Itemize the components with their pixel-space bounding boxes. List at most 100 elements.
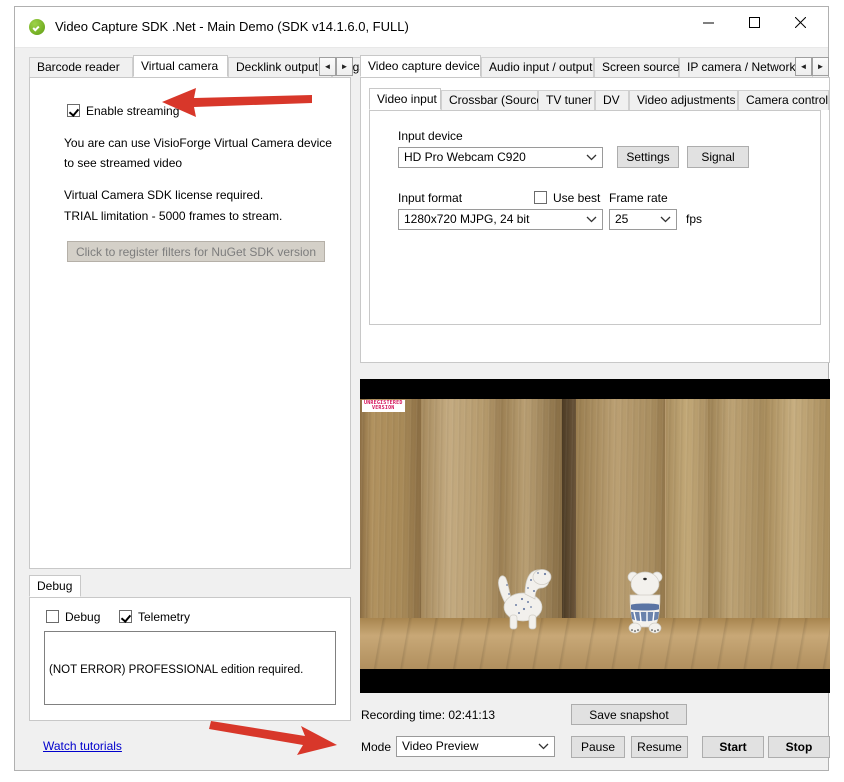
stop-button[interactable]: Stop	[768, 736, 830, 758]
tab-label: Screen source	[602, 60, 679, 74]
stop-label: Stop	[786, 740, 813, 754]
input-device-select[interactable]: HD Pro Webcam C920	[398, 147, 603, 168]
info-line: TRIAL limitation - 5000 frames to stream…	[64, 209, 282, 223]
tab-label: TV tuner	[546, 93, 592, 107]
chevron-down-icon	[660, 210, 671, 229]
pause-button[interactable]: Pause	[571, 736, 625, 758]
checkbox-check-icon	[119, 610, 132, 623]
checkbox-check-icon	[67, 104, 80, 117]
video-capture-device-panel: Video input Crossbar (Source) TV tuner D…	[360, 77, 830, 363]
register-filters-label: Click to register filters for NuGet SDK …	[76, 245, 316, 259]
wood-wall-background	[360, 399, 830, 618]
video-input-panel: Input device HD Pro Webcam C920 Settings…	[369, 110, 821, 325]
pause-label: Pause	[581, 740, 615, 754]
unregistered-version-watermark: UNREGISTERED VERSION	[362, 400, 405, 412]
settings-label: Settings	[626, 150, 669, 164]
telemetry-checkbox-label: Telemetry	[138, 610, 190, 624]
watch-tutorials-link[interactable]: Watch tutorials	[43, 739, 122, 753]
bear-figurine	[623, 567, 671, 639]
right-tab-scroll-buttons: ◄ ►	[795, 57, 829, 76]
tab-audio-input-output[interactable]: Audio input / output	[481, 57, 594, 77]
watermark-line2: VERSION	[364, 406, 403, 411]
title-bar: Video Capture SDK .Net - Main Demo (SDK …	[15, 7, 828, 48]
right-tabstrip: Video capture device Audio input / outpu…	[360, 55, 830, 77]
tab-label: Video adjustments	[637, 93, 736, 107]
enable-streaming-label: Enable streaming	[86, 104, 179, 118]
tab-label: Crossbar (Source)	[449, 93, 547, 107]
chevron-down-icon	[586, 210, 597, 229]
tab-label: Debug	[37, 579, 72, 593]
mode-label: Mode	[361, 740, 391, 754]
log-line: (NOT ERROR) PROFESSIONAL edition require…	[49, 663, 331, 677]
debug-checkbox[interactable]: Debug	[46, 610, 100, 624]
window-title: Video Capture SDK .Net - Main Demo (SDK …	[55, 19, 409, 34]
info-line: to see streamed video	[64, 156, 182, 170]
minimize-icon	[703, 17, 714, 28]
tab-scroll-next-icon[interactable]: ►	[812, 57, 829, 76]
close-icon	[795, 17, 806, 28]
debug-checkbox-label: Debug	[65, 610, 100, 624]
settings-button[interactable]: Settings	[617, 146, 679, 168]
debug-tabstrip: Debug	[29, 575, 351, 597]
tab-label: Audio input / output	[489, 60, 592, 74]
tab-video-input[interactable]: Video input	[369, 88, 441, 110]
dinosaur-figurine	[495, 547, 557, 637]
maximize-button[interactable]	[731, 7, 777, 38]
tab-barcode-reader[interactable]: Barcode reader	[29, 57, 133, 77]
tab-ip-camera-network-stream[interactable]: IP camera / Network strea	[679, 57, 813, 77]
virtual-camera-panel: Enable streaming You are can use VisioFo…	[29, 77, 351, 569]
use-best-checkbox[interactable]: Use best	[534, 191, 600, 205]
signal-label: Signal	[701, 150, 734, 164]
debug-log-textarea[interactable]: (NOT ERROR) PROFESSIONAL edition require…	[44, 631, 336, 705]
tab-crossbar-source[interactable]: Crossbar (Source)	[441, 90, 538, 110]
tab-video-adjustments[interactable]: Video adjustments	[629, 90, 738, 110]
input-format-value: 1280x720 MJPG, 24 bit	[404, 212, 529, 226]
tab-label: Barcode reader	[37, 60, 120, 74]
tab-video-capture-device[interactable]: Video capture device	[360, 55, 481, 77]
frame-rate-label: Frame rate	[609, 191, 668, 205]
input-device-label: Input device	[398, 129, 463, 143]
start-label: Start	[719, 740, 746, 754]
left-tabstrip: Barcode reader Virtual camera Decklink o…	[29, 55, 351, 77]
mode-value: Video Preview	[402, 739, 479, 753]
frame-rate-select[interactable]: 25	[609, 209, 677, 230]
save-snapshot-label: Save snapshot	[589, 708, 668, 722]
left-tab-scroll-buttons: ◄ ►	[319, 57, 353, 76]
debug-panel: Debug Telemetry (NOT ERROR) PROFESSIONAL…	[29, 597, 351, 721]
info-line: You are can use VisioForge Virtual Camer…	[64, 136, 332, 150]
tab-decklink-output[interactable]: Decklink output	[228, 57, 332, 77]
register-filters-button[interactable]: Click to register filters for NuGet SDK …	[67, 241, 325, 262]
minimize-button[interactable]	[685, 7, 731, 38]
save-snapshot-button[interactable]: Save snapshot	[571, 704, 687, 725]
app-check-icon	[29, 19, 45, 35]
tab-screen-source[interactable]: Screen source	[594, 57, 679, 77]
start-button[interactable]: Start	[702, 736, 764, 758]
tab-label: Virtual camera	[141, 59, 218, 73]
checkbox-empty-icon	[534, 191, 547, 204]
tab-debug[interactable]: Debug	[29, 575, 81, 597]
tab-scroll-next-icon[interactable]: ►	[336, 57, 353, 76]
mode-select[interactable]: Video Preview	[396, 736, 555, 757]
tab-scroll-prev-icon[interactable]: ◄	[795, 57, 812, 76]
telemetry-checkbox[interactable]: Telemetry	[119, 610, 190, 624]
input-format-select[interactable]: 1280x720 MJPG, 24 bit	[398, 209, 603, 230]
info-line: Virtual Camera SDK license required.	[64, 188, 263, 202]
tab-scroll-prev-icon[interactable]: ◄	[319, 57, 336, 76]
enable-streaming-checkbox[interactable]: Enable streaming	[67, 104, 179, 118]
video-preview-surface[interactable]: UNREGISTERED VERSION	[360, 379, 830, 693]
input-device-value: HD Pro Webcam C920	[404, 150, 526, 164]
resume-label: Resume	[637, 740, 682, 754]
video-device-inner-tabstrip: Video input Crossbar (Source) TV tuner D…	[369, 88, 821, 110]
tab-tv-tuner[interactable]: TV tuner	[538, 90, 595, 110]
resume-button[interactable]: Resume	[631, 736, 688, 758]
tab-label: DV	[603, 93, 620, 107]
tab-label: Decklink output	[236, 60, 318, 74]
close-button[interactable]	[777, 7, 823, 38]
tab-virtual-camera[interactable]: Virtual camera	[133, 55, 228, 77]
signal-button[interactable]: Signal	[687, 146, 749, 168]
tab-camera-control[interactable]: Camera control	[738, 90, 829, 110]
application-window: Video Capture SDK .Net - Main Demo (SDK …	[14, 6, 829, 771]
use-best-label: Use best	[553, 191, 600, 205]
tab-dv[interactable]: DV	[595, 90, 629, 110]
chevron-down-icon	[586, 148, 597, 167]
